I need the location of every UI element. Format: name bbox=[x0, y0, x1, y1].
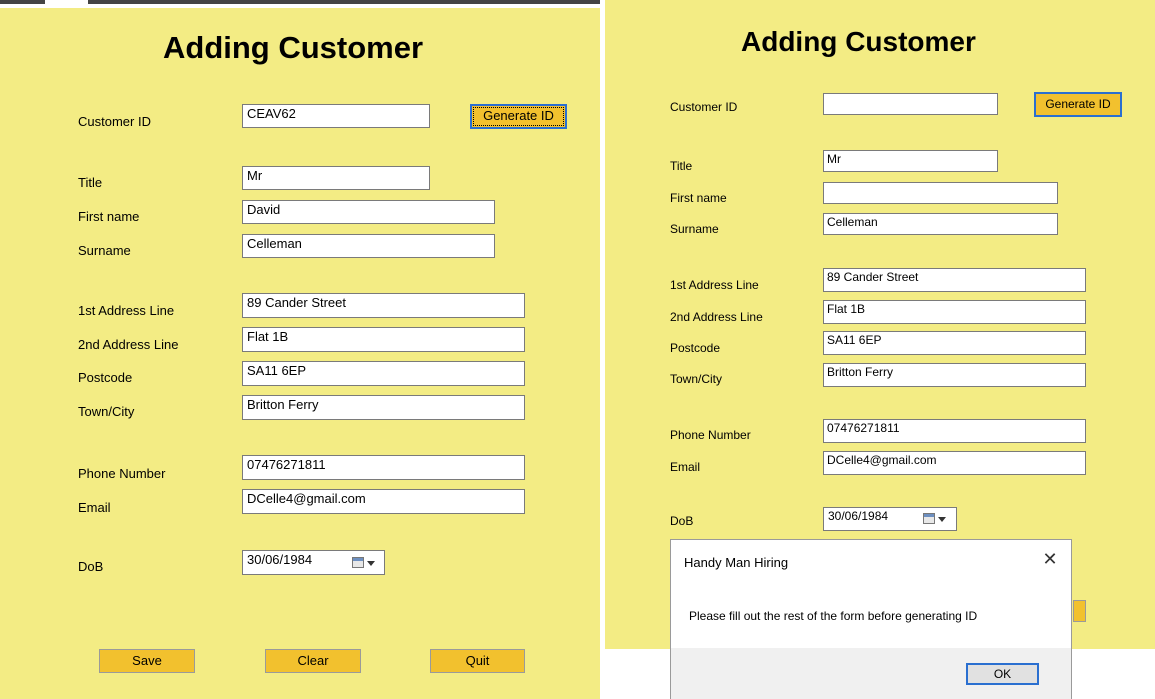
title-field[interactable]: Mr bbox=[823, 150, 998, 172]
address2-label: 2nd Address Line bbox=[670, 310, 763, 324]
address1-label: 1st Address Line bbox=[78, 303, 175, 318]
dialog-title: Handy Man Hiring bbox=[684, 555, 789, 570]
message-dialog: Handy Man Hiring ✕ Please fill out the r… bbox=[670, 539, 1072, 699]
surname-field[interactable]: Celleman bbox=[242, 234, 495, 258]
first-name-field[interactable] bbox=[823, 182, 1058, 204]
address1-label: 1st Address Line bbox=[670, 278, 759, 292]
save-button[interactable]: Save bbox=[99, 649, 195, 673]
address2-field[interactable]: Flat 1B bbox=[242, 327, 525, 352]
surname-label: Surname bbox=[78, 243, 131, 258]
customer-id-label: Customer ID bbox=[78, 114, 151, 129]
address1-field[interactable]: 89 Cander Street bbox=[823, 268, 1086, 292]
dob-label: DoB bbox=[78, 559, 104, 574]
customer-id-field[interactable] bbox=[823, 93, 998, 115]
title-field[interactable]: Mr bbox=[242, 166, 430, 190]
ok-button[interactable]: OK bbox=[966, 663, 1039, 685]
email-label: Email bbox=[670, 460, 701, 474]
clear-button[interactable]: Clear bbox=[265, 649, 361, 673]
top-strip bbox=[0, 0, 600, 8]
address1-field[interactable]: 89 Cander Street bbox=[242, 293, 525, 318]
first-name-label: First name bbox=[670, 191, 727, 205]
address2-label: 2nd Address Line bbox=[78, 337, 179, 352]
form-title: Adding Customer bbox=[163, 30, 424, 65]
dob-date-picker[interactable]: 30/06/1984 bbox=[823, 507, 957, 531]
phone-field[interactable]: 07476271811 bbox=[242, 455, 525, 480]
email-field[interactable]: DCelle4@gmail.com bbox=[823, 451, 1086, 475]
dropdown-arrow-icon[interactable] bbox=[938, 517, 946, 522]
town-label: Town/City bbox=[670, 372, 723, 386]
email-label: Email bbox=[78, 500, 111, 515]
phone-field[interactable]: 07476271811 bbox=[823, 419, 1086, 443]
title-label: Title bbox=[78, 175, 103, 190]
address2-field[interactable]: Flat 1B bbox=[823, 300, 1086, 324]
dob-value: 30/06/1984 bbox=[247, 552, 313, 567]
customer-id-field[interactable]: CEAV62 bbox=[242, 104, 430, 128]
close-icon[interactable]: ✕ bbox=[1040, 549, 1060, 569]
generate-id-label: Generate ID bbox=[483, 108, 554, 123]
quit-button[interactable]: Quit bbox=[430, 649, 525, 673]
phone-label: Phone Number bbox=[78, 466, 166, 481]
town-field[interactable]: Britton Ferry bbox=[242, 395, 525, 420]
postcode-label: Postcode bbox=[78, 370, 133, 385]
left-form-window: Adding Customer Customer ID CEAV62 Gener… bbox=[0, 0, 600, 699]
dob-value: 30/06/1984 bbox=[828, 509, 889, 523]
surname-label: Surname bbox=[670, 222, 719, 236]
calendar-icon[interactable] bbox=[923, 513, 935, 524]
town-label: Town/City bbox=[78, 404, 135, 419]
generate-id-button[interactable]: Generate ID bbox=[1034, 92, 1122, 117]
postcode-label: Postcode bbox=[670, 341, 721, 355]
first-name-label: First name bbox=[78, 209, 140, 224]
town-field[interactable]: Britton Ferry bbox=[823, 363, 1086, 387]
phone-label: Phone Number bbox=[670, 428, 751, 442]
calendar-icon[interactable] bbox=[352, 557, 364, 568]
postcode-field[interactable]: SA11 6EP bbox=[823, 331, 1086, 355]
dob-label: DoB bbox=[670, 514, 694, 528]
first-name-field[interactable]: David bbox=[242, 200, 495, 224]
dropdown-arrow-icon[interactable] bbox=[367, 561, 375, 566]
partially-hidden-button[interactable] bbox=[1073, 600, 1086, 622]
surname-field[interactable]: Celleman bbox=[823, 213, 1058, 235]
title-label: Title bbox=[670, 159, 693, 173]
dialog-message: Please fill out the rest of the form bef… bbox=[689, 609, 978, 623]
customer-id-label: Customer ID bbox=[670, 100, 738, 114]
email-field[interactable]: DCelle4@gmail.com bbox=[242, 489, 525, 514]
postcode-field[interactable]: SA11 6EP bbox=[242, 361, 525, 386]
form-title: Adding Customer bbox=[741, 26, 976, 57]
generate-id-button[interactable]: Generate ID bbox=[470, 104, 567, 129]
